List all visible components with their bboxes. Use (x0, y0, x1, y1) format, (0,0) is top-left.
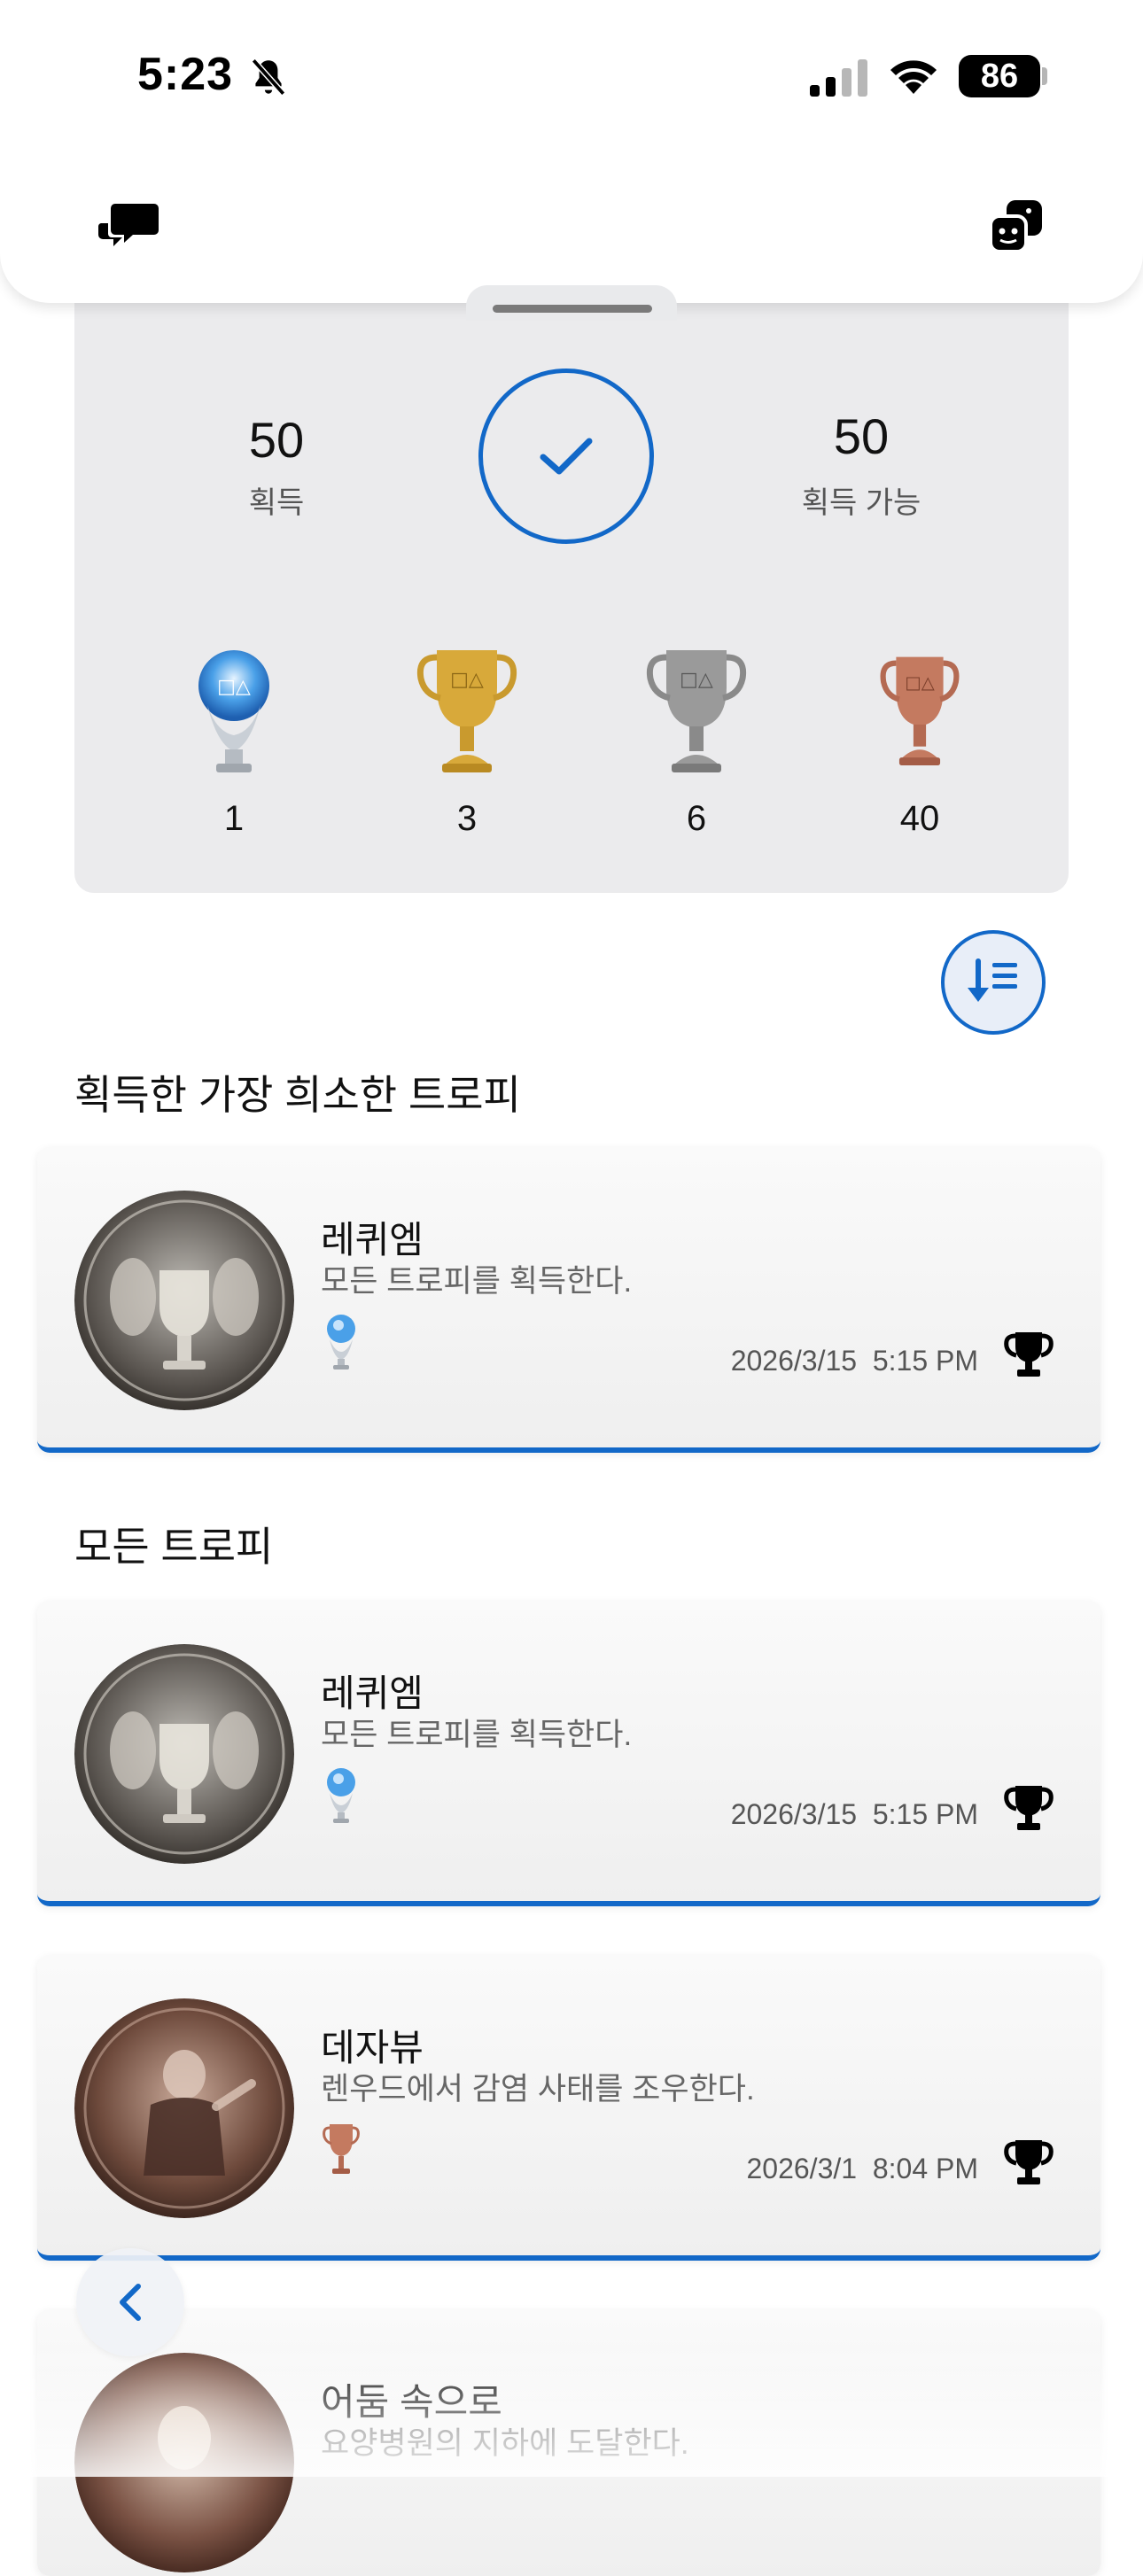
sheet-tab (466, 285, 677, 321)
platinum-grade-icon (327, 1315, 355, 1369)
back-button[interactable] (76, 2248, 184, 2356)
platinum-grade-icon (327, 1768, 355, 1823)
check-icon (540, 438, 593, 475)
status-time: 5:23 (137, 49, 234, 100)
trophy-image (74, 2353, 294, 2572)
trophy-description: 요양병원의 지하에 도달한다. (321, 2426, 689, 2461)
trophy-icon (1004, 2140, 1054, 2184)
completion-badge (478, 369, 654, 544)
trophy-card[interactable]: 데자뷰 렌우드에서 감염 사태를 조우한다. 2026/3/1 8:04 PM (37, 1956, 1100, 2261)
silver-count: 6 (686, 799, 707, 838)
tier-platinum: □△ 1 (163, 643, 305, 839)
chat-bubbles-icon[interactable] (97, 200, 159, 255)
game-hub-icon[interactable] (987, 198, 1046, 253)
top-sheet: 5:23 86 (0, 0, 1143, 303)
svg-text:□△: □△ (217, 676, 251, 698)
trophy-card[interactable]: 레퀴엠 모든 트로피를 획득한다. 2026/3/15 5:15 PM (37, 1602, 1100, 1906)
earned-count: 50 (248, 412, 305, 468)
svg-text:□△: □△ (680, 669, 713, 691)
silver-trophy-icon: □△ (646, 650, 747, 772)
wifi-icon (890, 60, 937, 94)
trophy-description: 모든 트로피를 획득한다. (321, 1718, 633, 1752)
earned-date: 2026/3/1 8:04 PM (746, 2153, 978, 2184)
trophy-summary-card: 50 획득 50 획득 가능 □△ 1 □△ 3 □△ 6 □△ 40 (74, 292, 1069, 893)
earned-date: 2026/3/15 5:15 PM (730, 1798, 978, 1830)
bronze-trophy-icon: □△ (880, 656, 960, 765)
trophy-image (74, 1191, 294, 1410)
all-section-title: 모든 트로피 (74, 1524, 274, 1570)
trophy-icon (1004, 1786, 1054, 1830)
trophy-card[interactable]: 어둠 속으로 요양병원의 지하에 도달한다. (37, 2310, 1100, 2576)
chevron-left-icon (120, 2284, 141, 2321)
tier-gold: □△ 3 (396, 643, 538, 839)
bronze-count: 40 (899, 799, 940, 838)
earned-date: 2026/3/15 5:15 PM (730, 1345, 978, 1377)
gold-trophy-icon: □△ (416, 650, 517, 772)
sort-button[interactable] (941, 930, 1046, 1035)
platinum-trophy-icon: □△ (198, 650, 269, 772)
trophy-icon (1004, 1332, 1054, 1377)
available-count: 50 (833, 408, 890, 464)
svg-text:□△: □△ (905, 672, 934, 693)
sort-descending-icon (968, 958, 1017, 1002)
platinum-count: 1 (223, 799, 245, 838)
tier-bronze: □△ 40 (849, 643, 991, 839)
available-label: 획득 가능 (801, 486, 921, 520)
svg-text:□△: □△ (450, 669, 484, 691)
tier-silver: □△ 6 (626, 643, 767, 839)
trophy-image (74, 1998, 294, 2218)
sheet-drag-handle[interactable] (493, 305, 652, 313)
battery-tip (1042, 67, 1047, 85)
battery-level: 86 (959, 55, 1040, 97)
bell-off-icon (251, 58, 286, 96)
trophy-description: 모든 트로피를 획득한다. (321, 1264, 633, 1299)
bronze-grade-icon (323, 2124, 360, 2174)
gold-count: 3 (456, 799, 478, 838)
rarest-section-title: 획득한 가장 희소한 트로피 (74, 1072, 521, 1118)
earned-label: 획득 (248, 486, 305, 520)
trophy-description: 렌우드에서 감염 사태를 조우한다. (321, 2072, 755, 2107)
rarest-trophy-card[interactable]: 레퀴엠 모든 트로피를 획득한다. 2026/3/15 5:15 PM (37, 1148, 1100, 1453)
trophy-image (74, 1644, 294, 1864)
cellular-signal-icon (810, 59, 867, 97)
